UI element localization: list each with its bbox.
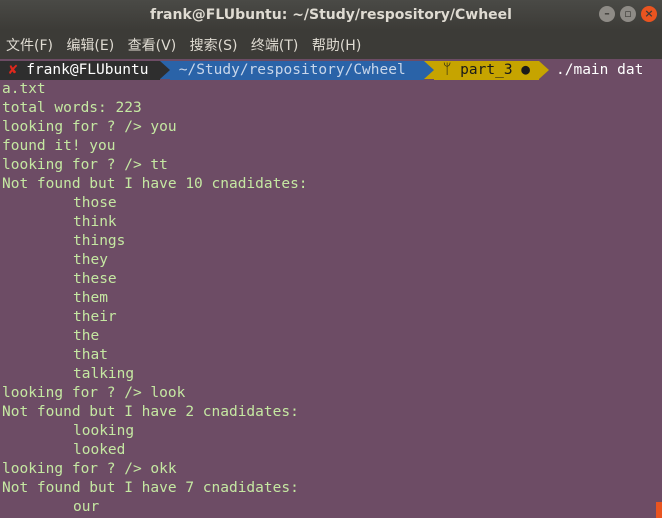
output-line: them [73,290,108,306]
window-title: frank@FLUbuntu: ~/Study/respository/Cwhe… [150,7,512,23]
close-icon[interactable]: × [641,6,657,22]
powerline-separator-icon [539,61,549,79]
output-line: total words: 223 [2,100,142,116]
output-line: Not found but I have 10 cnadidates: [2,176,308,192]
terminal-output: a.txt total words: 223 looking for ? /> yo… [2,80,308,517]
terminal-window: frank@FLUbuntu: ~/Study/respository/Cwhe… [0,0,662,518]
prompt-path-segment: ~/Study/respository/Cwheel [170,61,424,80]
output-line: our [73,499,100,515]
output-line: looked [73,442,126,458]
prompt-user-host: frank@FLUbuntu [26,62,149,78]
output-line: looking for ? /> okk [2,461,177,477]
powerline-separator-icon [424,61,434,79]
output-line: Not found but I have 2 cnadidates: [2,404,299,420]
output-line: that [73,347,108,363]
output-line: looking [73,423,135,439]
output-line: things [73,233,126,249]
prompt-user-segment: ✘ frank@FLUbuntu [0,61,160,80]
minimize-icon[interactable]: – [599,6,615,22]
output-line: found it! you [2,138,116,154]
scrollbar-thumb[interactable] [656,502,662,518]
terminal-area[interactable]: ✘ frank@FLUbuntu ~/Study/respository/Cwh… [0,59,662,518]
git-branch-icon: ᛘ [442,62,452,78]
output-line: their [73,309,117,325]
title-bar[interactable]: frank@FLUbuntu: ~/Study/respository/Cwhe… [0,0,662,30]
maximize-icon[interactable]: ▫ [620,6,636,22]
powerline-separator-icon [160,61,170,79]
output-line: think [73,214,117,230]
git-dirty-icon: ● [521,62,531,78]
output-line: the [73,328,100,344]
output-line: these [73,271,117,287]
output-line: looking for ? /> look [2,385,186,401]
output-line: they [73,252,108,268]
output-line: Not found but I have 7 cnadidates: [2,480,299,496]
output-line: those [73,195,117,211]
prompt-path: ~/Study/respository/Cwheel [178,62,406,78]
shell-prompt: ✘ frank@FLUbuntu ~/Study/respository/Cwh… [0,61,662,80]
prompt-branch: part_3 [460,62,513,78]
output-line: looking for ? /> tt [2,157,168,173]
menu-bar: 文件(F) 编辑(E) 查看(V) 搜索(S) 终端(T) 帮助(H) [0,30,662,59]
prompt-git-segment: ᛘ part_3 ● [434,61,539,80]
output-line: looking for ? /> you [2,119,177,135]
output-line: talking [73,366,135,382]
prompt-command: ./main dat [556,62,644,78]
output-line: a.txt [2,81,46,97]
error-status-icon: ✘ [8,62,18,78]
